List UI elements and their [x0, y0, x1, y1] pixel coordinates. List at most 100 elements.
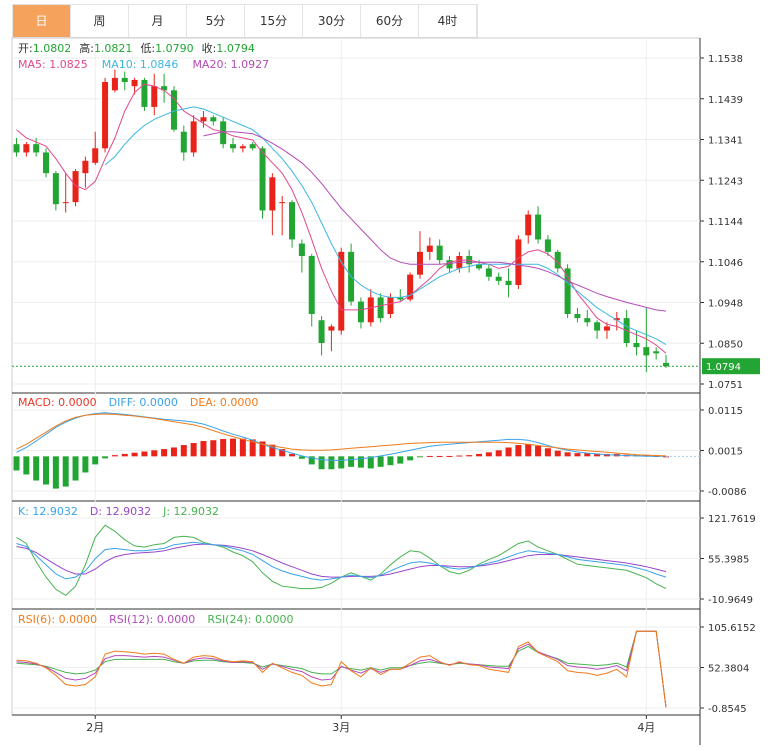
kdj-legend: K: 12.9032 D: 12.9032 J: 12.9032: [18, 505, 219, 518]
candle-body: [210, 117, 217, 122]
candle-body: [603, 326, 610, 331]
macd-bar: [220, 439, 227, 457]
macd-bar: [170, 447, 177, 457]
candle-body: [298, 243, 305, 257]
y-tick-label: 1.0850: [708, 339, 743, 350]
macd-bar: [426, 455, 433, 457]
candle: [259, 146, 266, 219]
candle: [230, 137, 236, 153]
macd-bar: [544, 448, 551, 457]
x-tick-label: 2月: [86, 721, 104, 734]
legend-item: MA10: 1.0846: [102, 58, 179, 71]
candle-body: [387, 297, 394, 314]
legend-item: J: 12.9032: [162, 505, 219, 518]
candle-body: [131, 79, 138, 87]
candle: [239, 144, 246, 153]
macd-bar: [210, 440, 217, 457]
macd-bar: [357, 456, 364, 468]
macd-bar: [564, 452, 571, 457]
y-tick-label: 1.1439: [708, 95, 743, 106]
macd-bar: [92, 456, 99, 465]
candle-body: [190, 121, 197, 153]
candle: [594, 320, 601, 339]
y-tick-label: 1.1341: [708, 136, 743, 147]
candle: [485, 264, 492, 281]
candle-body: [535, 214, 542, 240]
y-tick-label: -10.9649: [708, 595, 753, 606]
candle-body: [574, 313, 581, 319]
candle-body: [495, 276, 502, 281]
candle-body: [23, 144, 30, 153]
candle: [151, 73, 158, 116]
candle-body: [525, 214, 532, 236]
candle: [328, 324, 335, 352]
y-tick-label: 121.7619: [708, 514, 756, 525]
macd-bar: [52, 456, 59, 489]
ohlc-value: 1.0821: [94, 42, 133, 55]
candle-body: [564, 268, 571, 314]
macd-bar: [525, 444, 532, 457]
candle-body: [594, 322, 601, 331]
macd-bar: [338, 456, 345, 469]
macd-bar: [62, 456, 69, 487]
macd-bar: [23, 456, 30, 475]
macd-legend: MACD: 0.0000 DIFF: 0.0000 DEA: 0.0000: [18, 396, 258, 409]
candle-body: [82, 160, 89, 174]
macd-bar: [397, 456, 404, 464]
candle: [348, 243, 355, 306]
candle: [564, 264, 571, 319]
candle: [289, 200, 296, 248]
candle-body: [633, 342, 640, 348]
ohlc-label: 低:: [140, 42, 155, 55]
legend-item: RSI(6): 0.0000: [18, 613, 97, 626]
candle: [318, 316, 325, 356]
ohlc-label: 收:: [202, 41, 217, 55]
ohlc-label: 高:: [79, 41, 94, 55]
legend-item: D: 12.9032: [90, 505, 151, 518]
macd-bar: [407, 456, 414, 461]
y-tick-label: 0.0015: [708, 447, 743, 458]
candle-body: [485, 268, 492, 277]
candle-body: [33, 144, 40, 153]
ohlc-label: 开:: [18, 42, 33, 55]
candle: [653, 347, 660, 360]
candle: [43, 148, 50, 178]
candle-body: [43, 152, 50, 174]
ohlc-value: 1.0790: [155, 42, 194, 55]
candle: [446, 256, 453, 273]
macd-bar: [82, 456, 89, 473]
y-tick-label: 105.6152: [708, 623, 756, 634]
macd-bar: [348, 456, 355, 467]
macd-bar: [239, 438, 246, 457]
candle: [13, 137, 20, 157]
candle: [121, 71, 128, 91]
macd-bar: [200, 441, 207, 457]
stock-chart: 1.1538 1.1439 1.1341 1.1243 1.1144 1.1046 1.09…: [11, 37, 760, 745]
candle-body: [102, 82, 109, 149]
y-tick-label: 1.1046: [708, 258, 743, 269]
candle: [72, 169, 79, 207]
legend-item: K: 12.9032: [18, 505, 78, 518]
macd-bar: [554, 450, 561, 457]
candle-body: [436, 245, 443, 261]
macd-bar: [485, 452, 492, 457]
candle: [466, 249, 473, 273]
macd-bar: [230, 438, 236, 457]
candle-body: [515, 239, 522, 285]
macd-bar: [466, 455, 473, 457]
y-tick-label: -0.0086: [708, 487, 747, 498]
candle: [584, 309, 591, 327]
candle: [308, 253, 315, 327]
candle-body: [289, 202, 296, 240]
candle: [269, 173, 276, 236]
macd-bar: [161, 449, 168, 457]
macd-bar: [121, 453, 128, 457]
candle-body: [151, 86, 158, 107]
y-tick-label: 55.3985: [708, 555, 749, 566]
candle: [623, 309, 630, 348]
candle: [416, 231, 423, 279]
macd-bar: [446, 455, 453, 457]
candle: [574, 307, 581, 323]
macd-bar: [495, 450, 502, 457]
candle: [141, 77, 148, 112]
